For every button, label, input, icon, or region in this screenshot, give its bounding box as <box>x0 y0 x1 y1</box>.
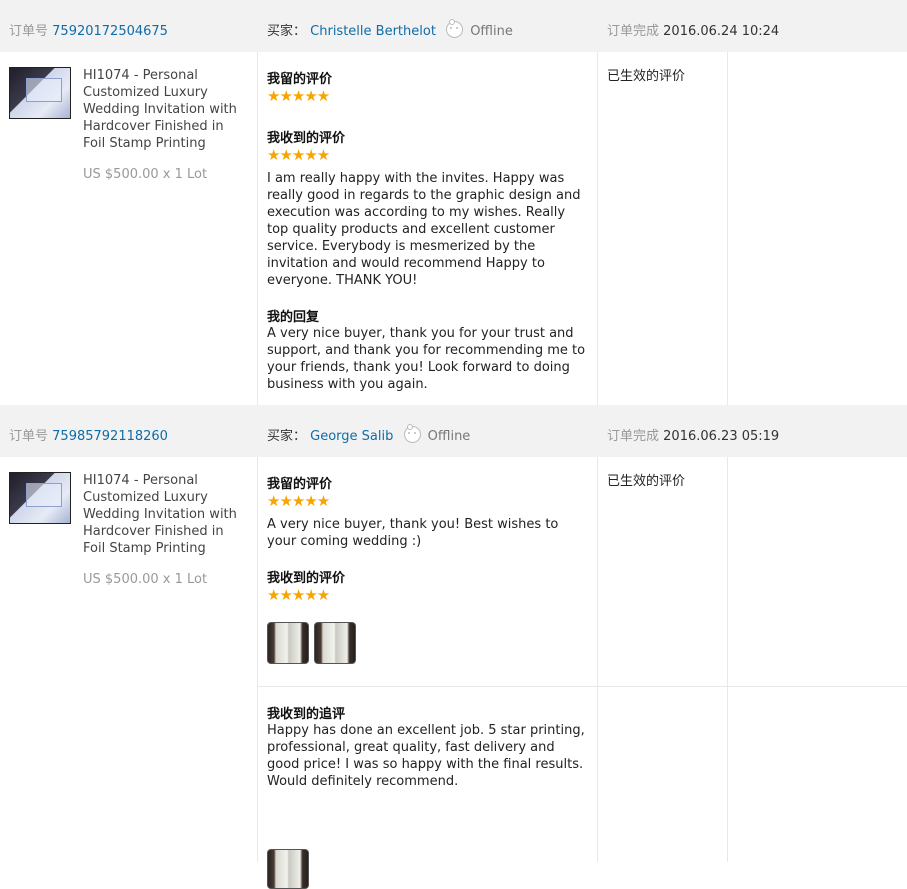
my-rating-stars: ★★★★★ <box>267 492 330 510</box>
received-review-text: I am really happy with the invites. Happ… <box>267 171 581 288</box>
column-divider <box>257 52 258 405</box>
column-divider <box>597 52 598 405</box>
followup-review-text: Happy has done an excellent job. 5 star … <box>267 723 585 789</box>
my-rating-stars: ★★★★★ <box>267 87 330 105</box>
order-header: 订单号 75920172504675 买家： Christelle Berthe… <box>0 0 907 52</box>
received-rating-stars: ★★★★★ <box>267 586 330 604</box>
completed-label: 订单完成 <box>607 24 660 39</box>
buyer-name-link[interactable]: Christelle Berthelot <box>310 24 436 39</box>
feedback-photo[interactable] <box>267 849 309 889</box>
buyer-name-link[interactable]: George Salib <box>310 429 393 444</box>
order-number-link[interactable]: 75985792118260 <box>52 429 168 444</box>
order-completed: 订单完成 2016.06.23 05:19 <box>607 425 779 444</box>
chat-status-icon[interactable] <box>403 424 421 443</box>
my-review-title: 我留的评价 <box>267 477 333 492</box>
my-reply-title: 我的回复 <box>267 310 320 325</box>
product-price: US $500.00 x 1 Lot <box>83 167 208 182</box>
order-header: 订单号 75985792118260 买家： George Salib Offl… <box>0 405 907 457</box>
my-review-title: 我留的评价 <box>267 72 333 87</box>
review-status: 已生效的评价 <box>607 474 686 489</box>
order-number: 订单号 75920172504675 <box>9 20 168 39</box>
order-card: 订单号 75920172504675 买家： Christelle Berthe… <box>0 0 907 405</box>
order-completed: 订单完成 2016.06.24 10:24 <box>607 20 779 39</box>
online-status: Offline <box>427 429 471 444</box>
followup-review-title: 我收到的追评 <box>267 707 346 722</box>
product-title[interactable]: HI1074 - Personal Customized Luxury Wedd… <box>83 472 248 557</box>
order-card: 订单号 75985792118260 买家： George Salib Offl… <box>0 405 907 889</box>
completed-label: 订单完成 <box>607 429 660 444</box>
product-thumbnail[interactable] <box>9 67 71 119</box>
row-separator <box>257 686 907 687</box>
column-divider <box>597 457 598 862</box>
received-review-title: 我收到的评价 <box>267 571 346 586</box>
order-number-label: 订单号 <box>9 24 49 39</box>
column-divider <box>727 52 728 405</box>
received-rating-stars: ★★★★★ <box>267 146 330 164</box>
buyer-label: 买家： <box>267 24 307 39</box>
buyer-label: 买家： <box>267 429 307 444</box>
column-divider <box>727 457 728 862</box>
feedback-photo[interactable] <box>314 622 356 664</box>
product-thumbnail[interactable] <box>9 472 71 524</box>
order-number-label: 订单号 <box>9 429 49 444</box>
received-review-title: 我收到的评价 <box>267 131 346 146</box>
product-price: US $500.00 x 1 Lot <box>83 572 208 587</box>
column-divider <box>257 457 258 862</box>
chat-status-icon[interactable] <box>446 19 464 38</box>
review-status: 已生效的评价 <box>607 69 686 84</box>
online-status: Offline <box>470 24 513 39</box>
product-title[interactable]: HI1074 - Personal Customized Luxury Wedd… <box>83 67 248 152</box>
order-body: HI1074 - Personal Customized Luxury Wedd… <box>0 457 907 889</box>
order-number: 订单号 75985792118260 <box>9 425 168 444</box>
completed-time: 2016.06.24 10:24 <box>663 24 780 39</box>
buyer-info: 买家： George Salib Offline <box>267 424 471 444</box>
buyer-info: 买家： Christelle Berthelot Offline <box>267 19 513 39</box>
my-review-text: A very nice buyer, thank you! Best wishe… <box>267 517 559 549</box>
order-number-link[interactable]: 75920172504675 <box>52 24 168 39</box>
feedback-photo[interactable] <box>267 622 309 664</box>
order-body: HI1074 - Personal Customized Luxury Wedd… <box>0 52 907 405</box>
my-reply-text: A very nice buyer, thank you for your tr… <box>267 326 586 392</box>
completed-time: 2016.06.23 05:19 <box>663 429 780 444</box>
